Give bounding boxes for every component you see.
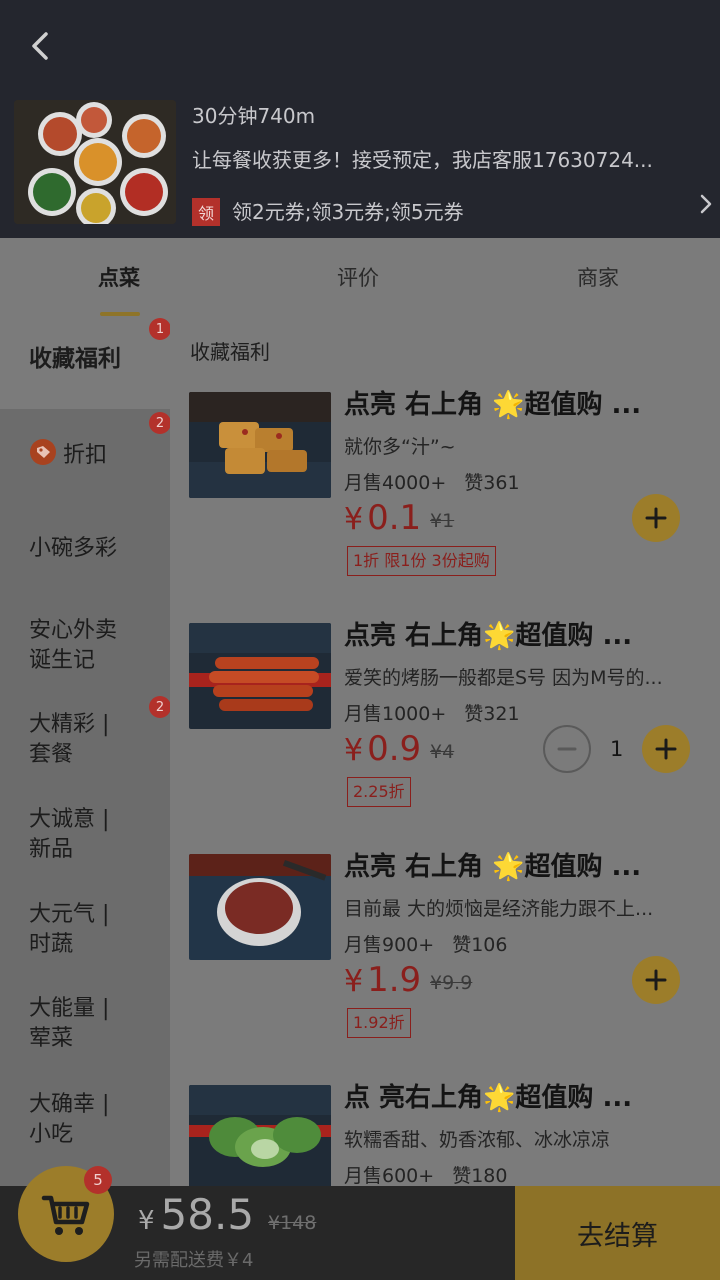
quantity: 1 xyxy=(610,737,624,761)
cart-total: ¥58.5 xyxy=(138,1190,254,1239)
dish-sales: 月售4000+ xyxy=(344,472,447,494)
tab-reviews[interactable]: 评价 xyxy=(337,262,379,292)
dish-stats: 月售900+ 赞106 xyxy=(344,930,507,957)
dish-discount: 1折 限1份 3份起购 xyxy=(347,546,496,576)
cart-count-badge: 5 xyxy=(84,1166,112,1194)
store-image xyxy=(14,100,176,224)
sidebar-item-vegetables[interactable]: 大元气 | 时蔬 xyxy=(0,900,170,960)
dish-stats: 月售600+ 赞180 xyxy=(344,1161,507,1186)
sidebar-item-small-bowl[interactable]: 小碗多彩 xyxy=(0,534,170,564)
minus-icon xyxy=(557,747,577,751)
sidebar-badge: 2 xyxy=(149,696,171,718)
sidebar-item-discount[interactable]: 折扣 xyxy=(0,438,170,471)
tab-indicator xyxy=(100,312,140,316)
dish-image xyxy=(189,623,331,729)
cart-original-total: ¥148 xyxy=(268,1212,317,1234)
shopping-cart-icon xyxy=(41,1195,90,1235)
back-arrow-icon[interactable] xyxy=(22,26,62,66)
tab-order[interactable]: 点菜 xyxy=(98,262,140,292)
delivery-fee: 另需配送费￥4 xyxy=(134,1250,254,1271)
sidebar-item-favorites[interactable]: 收藏福利 xyxy=(0,318,170,409)
dish-price: ¥0.9 xyxy=(344,729,421,769)
dish-desc: 目前最 大的烦恼是经济能力跟不上... xyxy=(344,898,654,920)
dish-original-price: ¥4 xyxy=(430,741,455,763)
dish-list: 收藏福利 点亮 右上角 🌟超值购 ... 就你多“汁”~ 月售4000+ 赞361… xyxy=(170,318,720,1186)
dish-item[interactable]: 点亮 右上角🌟超值购 ... 爱笑的烤肠一般都是S号 因为M号的... 月售10… xyxy=(170,621,720,854)
sidebar-badge: 1 xyxy=(149,318,171,340)
dish-name: 点亮 右上角 🌟超值购 ... xyxy=(344,390,642,420)
dish-stats: 月售1000+ 赞321 xyxy=(344,699,520,726)
total-value: 58.5 xyxy=(160,1190,255,1239)
dish-desc: 软糯香甜、奶香浓郁、冰冰凉凉 xyxy=(344,1129,611,1151)
dish-stats: 月售4000+ 赞361 xyxy=(344,468,520,495)
sidebar-badge: 2 xyxy=(149,412,171,434)
price-value: 0.1 xyxy=(367,498,422,538)
dish-desc: 爱笑的烤肠一般都是S号 因为M号的... xyxy=(344,667,663,689)
price-value: 0.9 xyxy=(367,729,422,769)
plus-icon xyxy=(655,738,677,760)
store-notice: 让每餐收获更多！接受预定，我店客服17630724... xyxy=(192,148,653,172)
plus-icon xyxy=(645,969,667,991)
add-button[interactable] xyxy=(642,725,690,773)
dish-sales: 月售600+ xyxy=(344,1165,435,1186)
minus-button[interactable] xyxy=(543,725,591,773)
dish-likes: 赞180 xyxy=(452,1165,508,1186)
dish-name: 点 亮右上角🌟超值购 ... xyxy=(344,1083,633,1113)
dish-image xyxy=(189,392,331,498)
dish-likes: 赞321 xyxy=(464,703,520,725)
section-title: 收藏福利 xyxy=(190,340,270,364)
dish-item[interactable]: 点亮 右上角 🌟超值购 ... 目前最 大的烦恼是经济能力跟不上... 月售90… xyxy=(170,852,720,1085)
store-header: 30分钟740m 让每餐收获更多！接受预定，我店客服17630724... 领 … xyxy=(0,0,720,238)
plus-icon xyxy=(645,507,667,529)
price-symbol: ¥ xyxy=(344,964,364,999)
sidebar-item-set-meal[interactable]: 大精彩 | 套餐 xyxy=(0,710,170,770)
delivery-info: 30分钟740m xyxy=(192,104,316,128)
dish-likes: 赞106 xyxy=(452,934,508,956)
price-symbol: ¥ xyxy=(344,733,364,768)
dish-name: 点亮 右上角🌟超值购 ... xyxy=(344,621,633,651)
dish-sales: 月售900+ xyxy=(344,934,435,956)
dish-image xyxy=(189,854,331,960)
checkout-button[interactable]: 去结算 xyxy=(515,1186,720,1280)
price-value: 1.9 xyxy=(367,960,422,1000)
sidebar-item-snacks[interactable]: 大确幸 | 小吃 xyxy=(0,1090,170,1150)
sidebar-item-safe-delivery[interactable]: 安心外卖 诞生记 xyxy=(0,616,170,676)
add-button[interactable] xyxy=(632,494,680,542)
dish-discount: 2.25折 xyxy=(347,777,411,807)
dish-likes: 赞361 xyxy=(464,472,520,494)
dish-discount: 1.92折 xyxy=(347,1008,411,1038)
dish-sales: 月售1000+ xyxy=(344,703,447,725)
sidebar-item-label: 收藏福利 xyxy=(29,346,121,372)
category-sidebar: 收藏福利 1 折扣 2 小碗多彩 安心外卖 诞生记 大精彩 | 套餐 2 大诚意… xyxy=(0,318,171,1186)
coupon-tag: 领 xyxy=(192,198,220,226)
chevron-right-icon[interactable] xyxy=(696,192,716,216)
sidebar-item-meat[interactable]: 大能量 | 荤菜 xyxy=(0,994,170,1054)
tab-merchant[interactable]: 商家 xyxy=(577,262,619,292)
dish-item[interactable]: 点亮 右上角 🌟超值购 ... 就你多“汁”~ 月售4000+ 赞361 ¥0.1… xyxy=(170,390,720,623)
add-button[interactable] xyxy=(632,956,680,1004)
sidebar-item-label: 折扣 xyxy=(63,443,108,468)
dish-price: ¥0.1 xyxy=(344,498,421,538)
price-symbol: ¥ xyxy=(344,502,364,537)
dish-desc: 就你多“汁”~ xyxy=(344,436,456,458)
discount-tag-icon xyxy=(30,439,56,465)
sidebar-item-new[interactable]: 大诚意 | 新品 xyxy=(0,805,170,865)
dish-item[interactable]: 点 亮右上角🌟超值购 ... 软糯香甜、奶香浓郁、冰冰凉凉 月售600+ 赞180 xyxy=(170,1083,720,1186)
dish-original-price: ¥1 xyxy=(430,510,455,532)
tab-bar: 点菜 评价 商家 xyxy=(0,238,720,318)
total-symbol: ¥ xyxy=(138,1206,155,1236)
dish-name: 点亮 右上角 🌟超值购 ... xyxy=(344,852,642,882)
dish-image xyxy=(189,1085,331,1186)
coupon-list[interactable]: 领2元券;领3元券;领5元券 xyxy=(232,196,464,225)
dish-price: ¥1.9 xyxy=(344,960,421,1000)
dish-original-price: ¥9.9 xyxy=(430,972,473,994)
